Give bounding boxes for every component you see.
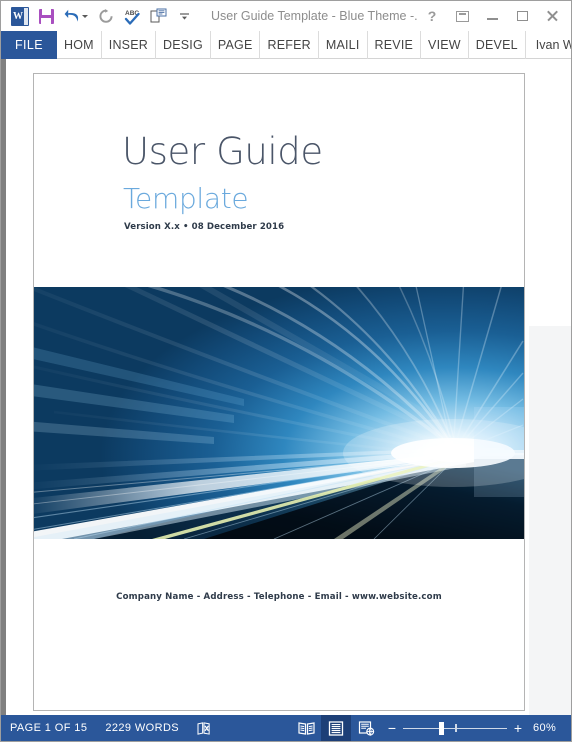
tab-references[interactable]: REFER [260,31,319,59]
print-preview-icon[interactable] [145,3,171,29]
account-menu[interactable]: Ivan Walsh K [526,31,571,58]
save-icon[interactable] [33,3,59,29]
cover-subtitle: Template [123,182,249,215]
close-icon[interactable] [537,2,567,30]
ribbon-display-options-icon[interactable] [447,2,477,30]
web-layout-view-button[interactable] [351,715,381,741]
tab-home[interactable]: HOM [57,31,102,59]
account-name: Ivan Walsh [535,37,571,52]
left-gutter [1,59,6,717]
maximize-icon[interactable] [507,2,537,30]
print-layout-view-button[interactable] [321,715,351,741]
tab-view[interactable]: VIEW [421,31,469,59]
window-controls: ? [417,1,571,31]
redo-icon[interactable] [93,3,119,29]
zoom-level-label[interactable]: 60% [529,722,571,734]
status-bar: PAGE 1 OF 15 2229 WORDS − + 60% [1,715,571,741]
tab-insert[interactable]: INSER [102,31,156,59]
tab-design[interactable]: DESIG [156,31,211,59]
spelling-grammar-icon[interactable]: ABC [119,3,145,29]
zoom-slider-thumb[interactable] [439,722,444,735]
zoom-out-button[interactable]: − [387,721,397,735]
read-mode-view-button[interactable] [291,715,321,741]
undo-dropdown-caret[interactable] [82,14,88,18]
undo-icon[interactable] [59,3,93,29]
status-page-number[interactable]: PAGE 1 OF 15 [1,715,96,741]
ribbon-tab-bar: FILE HOM INSER DESIG PAGE REFER MAILI RE… [1,31,571,59]
title-bar: W ABC User Guide Template - Blue Theme -… [1,1,571,31]
minimize-icon[interactable] [477,2,507,30]
zoom-slider[interactable] [403,721,507,735]
customize-quick-access-toolbar-icon[interactable] [171,3,197,29]
vertical-scrollbar-track[interactable] [529,326,571,717]
help-icon[interactable]: ? [417,2,447,30]
cover-title: User Guide [122,130,323,173]
tab-file[interactable]: FILE [1,31,57,59]
zoom-control: − + [381,715,529,741]
cover-version-line: Version X.x • 08 December 2016 [124,222,285,232]
tab-mailings[interactable]: MAILI [319,31,368,59]
word-app-icon[interactable]: W [7,3,33,29]
window-title: User Guide Template - Blue Theme -... [211,9,417,23]
cover-footer: Company Name - Address - Telephone - Ema… [116,592,442,602]
status-word-count[interactable]: 2229 WORDS [96,715,188,741]
zoom-in-button[interactable]: + [513,721,523,735]
document-canvas: User Guide Template Version X.x • 08 Dec… [1,59,571,717]
word-application-window: W ABC User Guide Template - Blue Theme -… [0,0,572,742]
zoom-slider-midpoint [455,724,457,732]
cover-image [34,287,524,539]
proofing-errors-icon[interactable] [188,715,221,741]
quick-access-toolbar: W ABC [1,1,197,31]
tab-review[interactable]: REVIE [368,31,422,59]
document-page[interactable]: User Guide Template Version X.x • 08 Dec… [33,73,525,711]
tab-developer[interactable]: DEVEL [469,31,526,59]
tab-page-layout[interactable]: PAGE [211,31,261,59]
